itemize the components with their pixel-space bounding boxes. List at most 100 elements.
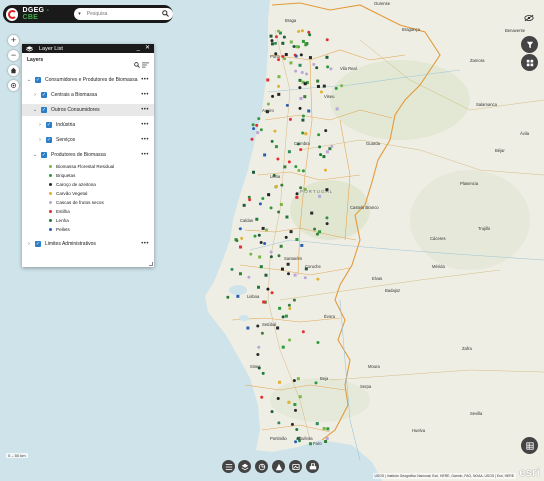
biomass-marker[interactable] bbox=[266, 287, 270, 291]
biomass-marker[interactable] bbox=[258, 202, 262, 206]
biomass-marker[interactable] bbox=[248, 198, 252, 202]
biomass-marker[interactable] bbox=[296, 377, 300, 381]
biomass-marker[interactable] bbox=[261, 371, 265, 375]
biomass-marker[interactable] bbox=[270, 139, 274, 143]
layer-row-industria[interactable]: › ✓ Indústria ••• bbox=[22, 119, 154, 131]
biomass-marker[interactable] bbox=[281, 345, 285, 349]
visibility-toggle[interactable] bbox=[524, 9, 534, 27]
biomass-marker[interactable] bbox=[285, 215, 289, 219]
biomass-marker[interactable] bbox=[280, 183, 284, 187]
biomass-marker[interactable] bbox=[281, 41, 285, 45]
biomass-marker[interactable] bbox=[236, 294, 240, 298]
biomass-marker[interactable] bbox=[273, 41, 277, 45]
biomass-marker[interactable] bbox=[270, 410, 274, 414]
biomass-marker[interactable] bbox=[303, 276, 307, 280]
biomass-marker[interactable] bbox=[250, 137, 254, 141]
biomass-marker[interactable] bbox=[318, 145, 322, 149]
biomass-marker[interactable] bbox=[318, 230, 322, 234]
biomass-marker[interactable] bbox=[279, 202, 283, 206]
biomass-marker[interactable] bbox=[290, 422, 294, 426]
more-options-icon[interactable]: ••• bbox=[141, 77, 149, 83]
biomass-marker[interactable] bbox=[289, 40, 293, 44]
biomass-marker[interactable] bbox=[252, 127, 256, 131]
biomass-marker[interactable] bbox=[287, 303, 291, 307]
biomass-marker[interactable] bbox=[274, 145, 278, 149]
biomass-marker[interactable] bbox=[256, 353, 260, 357]
more-options-icon[interactable]: ••• bbox=[141, 241, 149, 247]
biomass-marker[interactable] bbox=[269, 255, 273, 259]
biomass-marker[interactable] bbox=[283, 165, 287, 169]
biomass-marker[interactable] bbox=[304, 132, 308, 136]
biomass-marker[interactable] bbox=[273, 129, 277, 133]
biomass-marker[interactable] bbox=[270, 39, 274, 43]
biomass-marker[interactable] bbox=[297, 30, 301, 34]
biomass-marker[interactable] bbox=[277, 92, 281, 96]
biomass-marker[interactable] bbox=[310, 211, 314, 215]
biomass-marker[interactable] bbox=[320, 90, 324, 94]
biomass-marker[interactable] bbox=[276, 326, 280, 330]
biomass-marker[interactable] bbox=[279, 244, 283, 248]
biomass-marker[interactable] bbox=[266, 102, 270, 106]
biomass-marker[interactable] bbox=[251, 123, 255, 127]
biomass-marker[interactable] bbox=[269, 34, 273, 38]
biomass-marker[interactable] bbox=[299, 148, 303, 152]
biomass-marker[interactable] bbox=[329, 67, 333, 71]
layer-row-limites[interactable]: › ✓ Limites Administrativos ••• bbox=[22, 238, 154, 250]
biomass-marker[interactable] bbox=[301, 330, 305, 334]
biomass-marker[interactable] bbox=[262, 300, 266, 304]
biomass-marker[interactable] bbox=[303, 82, 307, 86]
biomass-marker[interactable] bbox=[324, 440, 328, 444]
biomass-marker[interactable] bbox=[313, 227, 317, 231]
biomass-marker[interactable] bbox=[316, 277, 320, 281]
biomass-marker[interactable] bbox=[312, 62, 316, 66]
search-source-dropdown-icon[interactable]: ▾ bbox=[78, 11, 81, 17]
biomass-marker[interactable] bbox=[270, 291, 274, 295]
biomass-marker[interactable] bbox=[263, 153, 267, 157]
minimize-icon[interactable]: _ bbox=[137, 44, 140, 53]
biomass-marker[interactable] bbox=[299, 96, 303, 100]
biomass-marker[interactable] bbox=[322, 155, 326, 159]
biomass-marker[interactable] bbox=[298, 78, 302, 82]
biomass-marker[interactable] bbox=[286, 272, 290, 276]
biomass-marker[interactable] bbox=[269, 250, 273, 254]
biomass-marker[interactable] bbox=[334, 86, 338, 90]
biomass-marker[interactable] bbox=[308, 33, 312, 37]
layer-checkbox[interactable]: ✓ bbox=[41, 152, 47, 158]
biomass-marker[interactable] bbox=[295, 238, 299, 242]
biomass-marker[interactable] bbox=[295, 45, 299, 49]
biomass-marker[interactable] bbox=[282, 35, 286, 39]
biomass-marker[interactable] bbox=[247, 195, 251, 199]
biomass-marker[interactable] bbox=[314, 381, 318, 385]
locate-button[interactable] bbox=[8, 80, 19, 91]
biomass-marker[interactable] bbox=[288, 306, 292, 310]
biomass-marker[interactable] bbox=[294, 69, 298, 73]
biomass-marker[interactable] bbox=[294, 408, 298, 412]
biomass-marker[interactable] bbox=[288, 338, 292, 342]
biomass-marker[interactable] bbox=[277, 210, 281, 214]
biomass-marker[interactable] bbox=[278, 380, 282, 384]
layer-row-servicos[interactable]: › ✓ Serviços ••• bbox=[22, 134, 154, 146]
biomass-marker[interactable] bbox=[287, 160, 291, 164]
biomass-marker[interactable] bbox=[307, 109, 311, 113]
biomass-marker[interactable] bbox=[325, 222, 329, 226]
biomass-marker[interactable] bbox=[295, 428, 299, 432]
caret-right-icon[interactable]: › bbox=[37, 137, 43, 143]
caret-right-icon[interactable]: › bbox=[32, 92, 38, 98]
biomass-marker[interactable] bbox=[293, 403, 297, 407]
biomass-marker[interactable] bbox=[249, 252, 253, 256]
biomass-marker[interactable] bbox=[277, 254, 281, 258]
zoom-in-button[interactable]: + bbox=[8, 35, 19, 46]
biomass-marker[interactable] bbox=[284, 52, 288, 56]
biomass-marker[interactable] bbox=[325, 38, 329, 42]
biomass-marker[interactable] bbox=[298, 86, 302, 90]
layer-checkbox[interactable]: ✓ bbox=[35, 241, 41, 247]
biomass-marker[interactable] bbox=[259, 265, 263, 269]
caret-down-icon[interactable]: ⌄ bbox=[32, 152, 38, 158]
biomass-marker[interactable] bbox=[238, 227, 242, 231]
biomass-marker[interactable] bbox=[317, 133, 321, 137]
biomass-marker[interactable] bbox=[269, 206, 273, 210]
biomass-marker[interactable] bbox=[276, 157, 280, 161]
biomass-marker[interactable] bbox=[246, 326, 250, 330]
filter-button[interactable] bbox=[521, 36, 538, 53]
biomass-marker[interactable] bbox=[283, 57, 287, 61]
